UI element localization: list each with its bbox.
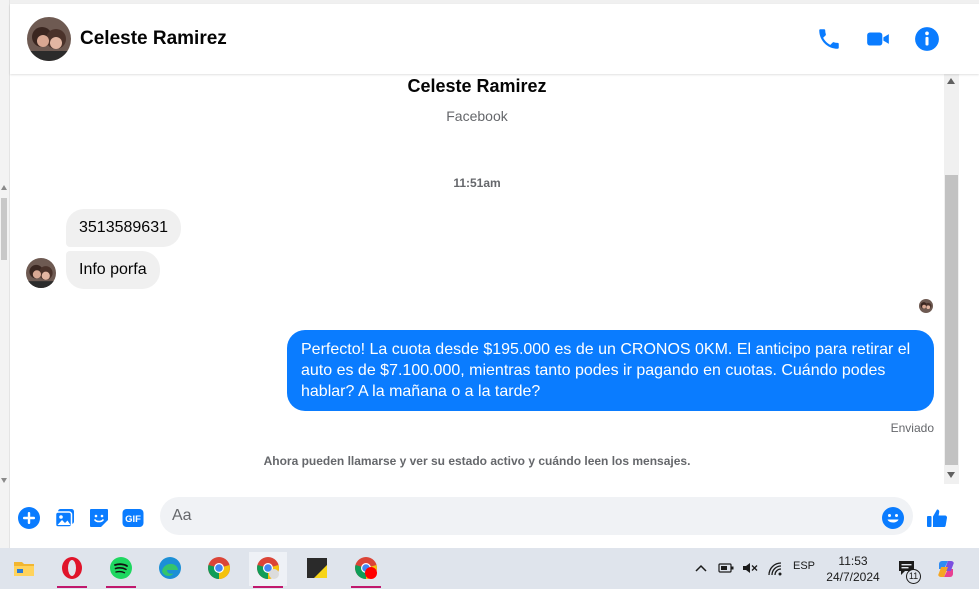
sticky-notes-icon xyxy=(307,558,327,578)
chevron-up-icon[interactable] xyxy=(694,562,708,574)
chat-window: Celeste Ramirez Celeste Ramirez Facebook… xyxy=(10,4,979,548)
video-call-icon[interactable] xyxy=(865,26,891,52)
emoji-icon[interactable] xyxy=(881,506,905,530)
taskbar-sticky-notes[interactable] xyxy=(298,552,336,586)
avatar-photo xyxy=(919,299,933,313)
message-timestamp: 11:51am xyxy=(453,176,501,190)
taskbar-spotify[interactable] xyxy=(102,552,140,588)
contact-name[interactable]: Celeste Ramirez xyxy=(80,28,227,50)
photo-icon[interactable] xyxy=(53,506,77,530)
avatar-photo xyxy=(26,258,56,288)
taskbar-chrome-profile[interactable] xyxy=(249,552,287,588)
plus-icon[interactable] xyxy=(17,506,41,530)
system-notice: Ahora pueden llamarse y ver su estado ac… xyxy=(263,454,691,468)
input-language[interactable]: ESP xyxy=(793,560,815,572)
battery-icon[interactable] xyxy=(717,561,735,575)
read-receipt-avatar xyxy=(919,299,933,313)
scroll-down-arrow[interactable] xyxy=(1,478,7,483)
clock-time: 11:53 xyxy=(838,554,868,568)
sticker-icon[interactable] xyxy=(87,506,111,530)
taskbar-edge[interactable] xyxy=(151,552,189,586)
notification-count-badge: 11 xyxy=(906,569,921,584)
windows-taskbar: ESP 11:53 24/7/2024 11 xyxy=(0,548,979,589)
active-indicator xyxy=(351,586,381,588)
thumbs-up-icon[interactable] xyxy=(925,506,949,530)
folder-icon xyxy=(14,562,34,576)
incoming-message[interactable]: 3513589631 xyxy=(66,209,181,247)
gif-icon[interactable]: GIF xyxy=(121,506,145,530)
message-composer: GIF xyxy=(10,494,979,542)
screen: Celeste Ramirez Celeste Ramirez Facebook… xyxy=(0,0,979,589)
contact-source: Facebook xyxy=(446,108,508,124)
message-status: Enviado xyxy=(890,421,934,435)
taskbar-chrome-alt[interactable] xyxy=(347,552,385,588)
message-input[interactable] xyxy=(160,497,913,535)
wifi-icon[interactable] xyxy=(767,561,783,577)
message-list: Celeste Ramirez Facebook 11:51am 3513589… xyxy=(10,74,944,494)
active-indicator xyxy=(106,586,136,588)
contact-avatar[interactable] xyxy=(27,17,71,61)
chrome-record-icon xyxy=(355,557,377,579)
spotify-icon xyxy=(110,557,132,579)
taskbar-opera[interactable] xyxy=(53,552,91,588)
scroll-up-arrow[interactable] xyxy=(1,185,7,190)
active-indicator xyxy=(57,586,87,588)
copilot-icon[interactable] xyxy=(935,558,957,580)
system-clock[interactable]: 11:53 24/7/2024 xyxy=(818,553,888,585)
edge-icon xyxy=(159,557,181,579)
avatar-photo xyxy=(27,17,71,61)
scrollbar-thumb[interactable] xyxy=(945,175,958,465)
active-indicator xyxy=(253,586,283,588)
scroll-down-arrow[interactable] xyxy=(947,472,955,478)
outgoing-message[interactable]: Perfecto! La cuota desde $195.000 es de … xyxy=(287,330,934,411)
speaker-muted-icon[interactable] xyxy=(741,561,759,575)
taskbar-file-explorer[interactable] xyxy=(5,552,43,586)
clock-date: 24/7/2024 xyxy=(826,570,880,584)
chat-header: Celeste Ramirez xyxy=(10,4,979,74)
chrome-icon xyxy=(208,557,230,579)
phone-call-icon[interactable] xyxy=(816,26,842,52)
sender-avatar[interactable] xyxy=(26,258,56,288)
background-page-scrollbar[interactable] xyxy=(0,0,10,548)
gif-label: GIF xyxy=(125,514,141,525)
info-icon[interactable] xyxy=(914,26,940,52)
message-scrollbar[interactable] xyxy=(944,74,959,484)
chrome-profile-icon xyxy=(257,557,279,579)
scrollbar-thumb[interactable] xyxy=(1,198,7,260)
taskbar-chrome[interactable] xyxy=(200,552,238,586)
incoming-message[interactable]: Info porfa xyxy=(66,251,160,289)
scroll-up-arrow[interactable] xyxy=(947,78,955,84)
conversation-contact-name: Celeste Ramirez xyxy=(407,76,547,96)
opera-icon xyxy=(62,557,82,579)
